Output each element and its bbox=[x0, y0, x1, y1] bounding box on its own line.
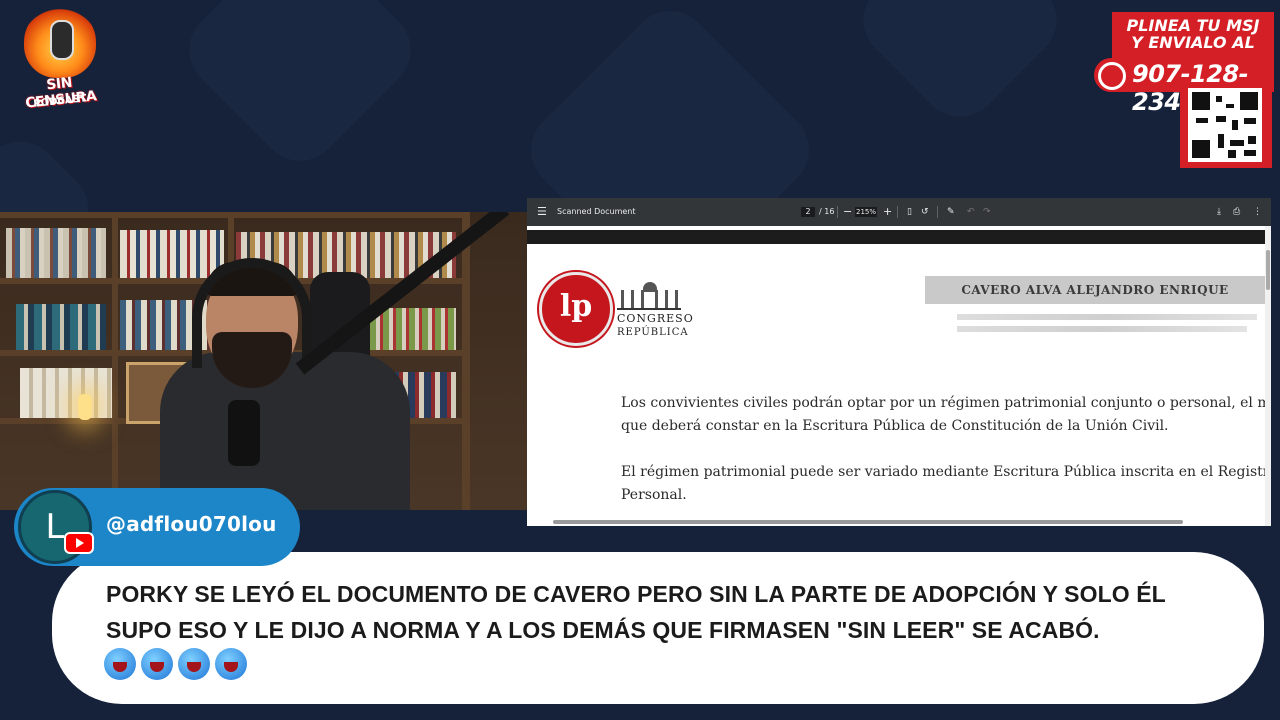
background-shape bbox=[846, 0, 1074, 134]
whatsapp-icon bbox=[1098, 62, 1126, 90]
zoom-input[interactable]: 215% bbox=[855, 207, 877, 217]
emoji-row bbox=[104, 648, 252, 684]
more-options-icon[interactable]: ⋮ bbox=[1253, 198, 1262, 226]
print-icon[interactable]: ⎙ bbox=[1233, 198, 1240, 226]
document-title: Scanned Document bbox=[557, 207, 636, 216]
chat-message-text: PORKY SE LEYÓ EL DOCUMENTO DE CAVERO PER… bbox=[106, 581, 1166, 643]
host-body bbox=[160, 352, 410, 510]
promo-banner: PLINEA TU MSJ Y ENVIALO AL bbox=[1112, 12, 1274, 62]
horizontal-scrollbar[interactable] bbox=[553, 520, 1183, 524]
download-icon[interactable]: ⤓ bbox=[1217, 198, 1221, 226]
congreso-label: CONGRESO bbox=[617, 312, 694, 325]
laughing-emoji-icon bbox=[178, 648, 210, 680]
zoom-in-button[interactable]: + bbox=[883, 198, 892, 226]
paragraph-1-line-2: que deberá constar en la Escritura Públi… bbox=[621, 418, 1169, 434]
fit-page-icon[interactable]: ▯ bbox=[907, 198, 912, 226]
paragraph-1-line-1: Los convivientes civiles podrán optar po… bbox=[621, 395, 1271, 411]
lp-logo: lp bbox=[539, 272, 613, 346]
paragraph-2-line-2: Personal. bbox=[621, 487, 687, 503]
pdf-viewer: ☰ Scanned Document 2 / 16 − 215% + ▯ ↺ ✎… bbox=[527, 198, 1271, 526]
webcam-feed bbox=[0, 212, 527, 510]
lamp bbox=[78, 394, 92, 420]
pdf-page: lp CONGRESO REPÚBLICA CAVERO ALVA ALEJAN… bbox=[527, 226, 1271, 526]
rotate-icon[interactable]: ↺ bbox=[921, 198, 929, 226]
microphone-icon bbox=[50, 20, 74, 60]
youtube-icon bbox=[64, 532, 94, 554]
qr-code-icon bbox=[1188, 88, 1262, 162]
page-total: / 16 bbox=[819, 207, 835, 216]
promo-panel: PLINEA TU MSJ Y ENVIALO AL 907-128-234 bbox=[1094, 8, 1274, 168]
vertical-scrollbar[interactable] bbox=[1265, 226, 1271, 526]
annotate-icon[interactable]: ✎ bbox=[947, 198, 955, 226]
pdf-toolbar: ☰ Scanned Document 2 / 16 − 215% + ▯ ↺ ✎… bbox=[527, 198, 1271, 226]
laughing-emoji-icon bbox=[215, 648, 247, 680]
document-name-header: CAVERO ALVA ALEJANDRO ENRIQUE bbox=[925, 276, 1265, 304]
chat-username: @adflou070lou bbox=[106, 512, 277, 536]
laughing-emoji-icon bbox=[141, 648, 173, 680]
promo-line2: Y ENVIALO AL bbox=[1131, 33, 1255, 52]
zoom-out-button[interactable]: − bbox=[843, 198, 852, 226]
paragraph-2-line-1: El régimen patrimonial puede ser variado… bbox=[621, 464, 1271, 480]
redo-icon[interactable]: ↷ bbox=[983, 198, 991, 226]
republica-label: REPÚBLICA bbox=[617, 327, 689, 338]
headset bbox=[192, 258, 312, 368]
studio-microphone bbox=[228, 400, 260, 466]
page-number-input[interactable]: 2 bbox=[801, 207, 815, 217]
undo-icon[interactable]: ↶ bbox=[967, 198, 975, 226]
promo-line1: PLINEA TU MSJ bbox=[1126, 16, 1260, 35]
congreso-building-icon bbox=[617, 282, 681, 310]
chat-message-bubble: PORKY SE LEYÓ EL DOCUMENTO DE CAVERO PER… bbox=[52, 552, 1264, 704]
laughing-emoji-icon bbox=[104, 648, 136, 680]
podcast-logo: SIN CENSURA PODCAST bbox=[14, 6, 106, 116]
menu-icon[interactable]: ☰ bbox=[537, 198, 547, 226]
background-shape bbox=[172, 0, 428, 178]
